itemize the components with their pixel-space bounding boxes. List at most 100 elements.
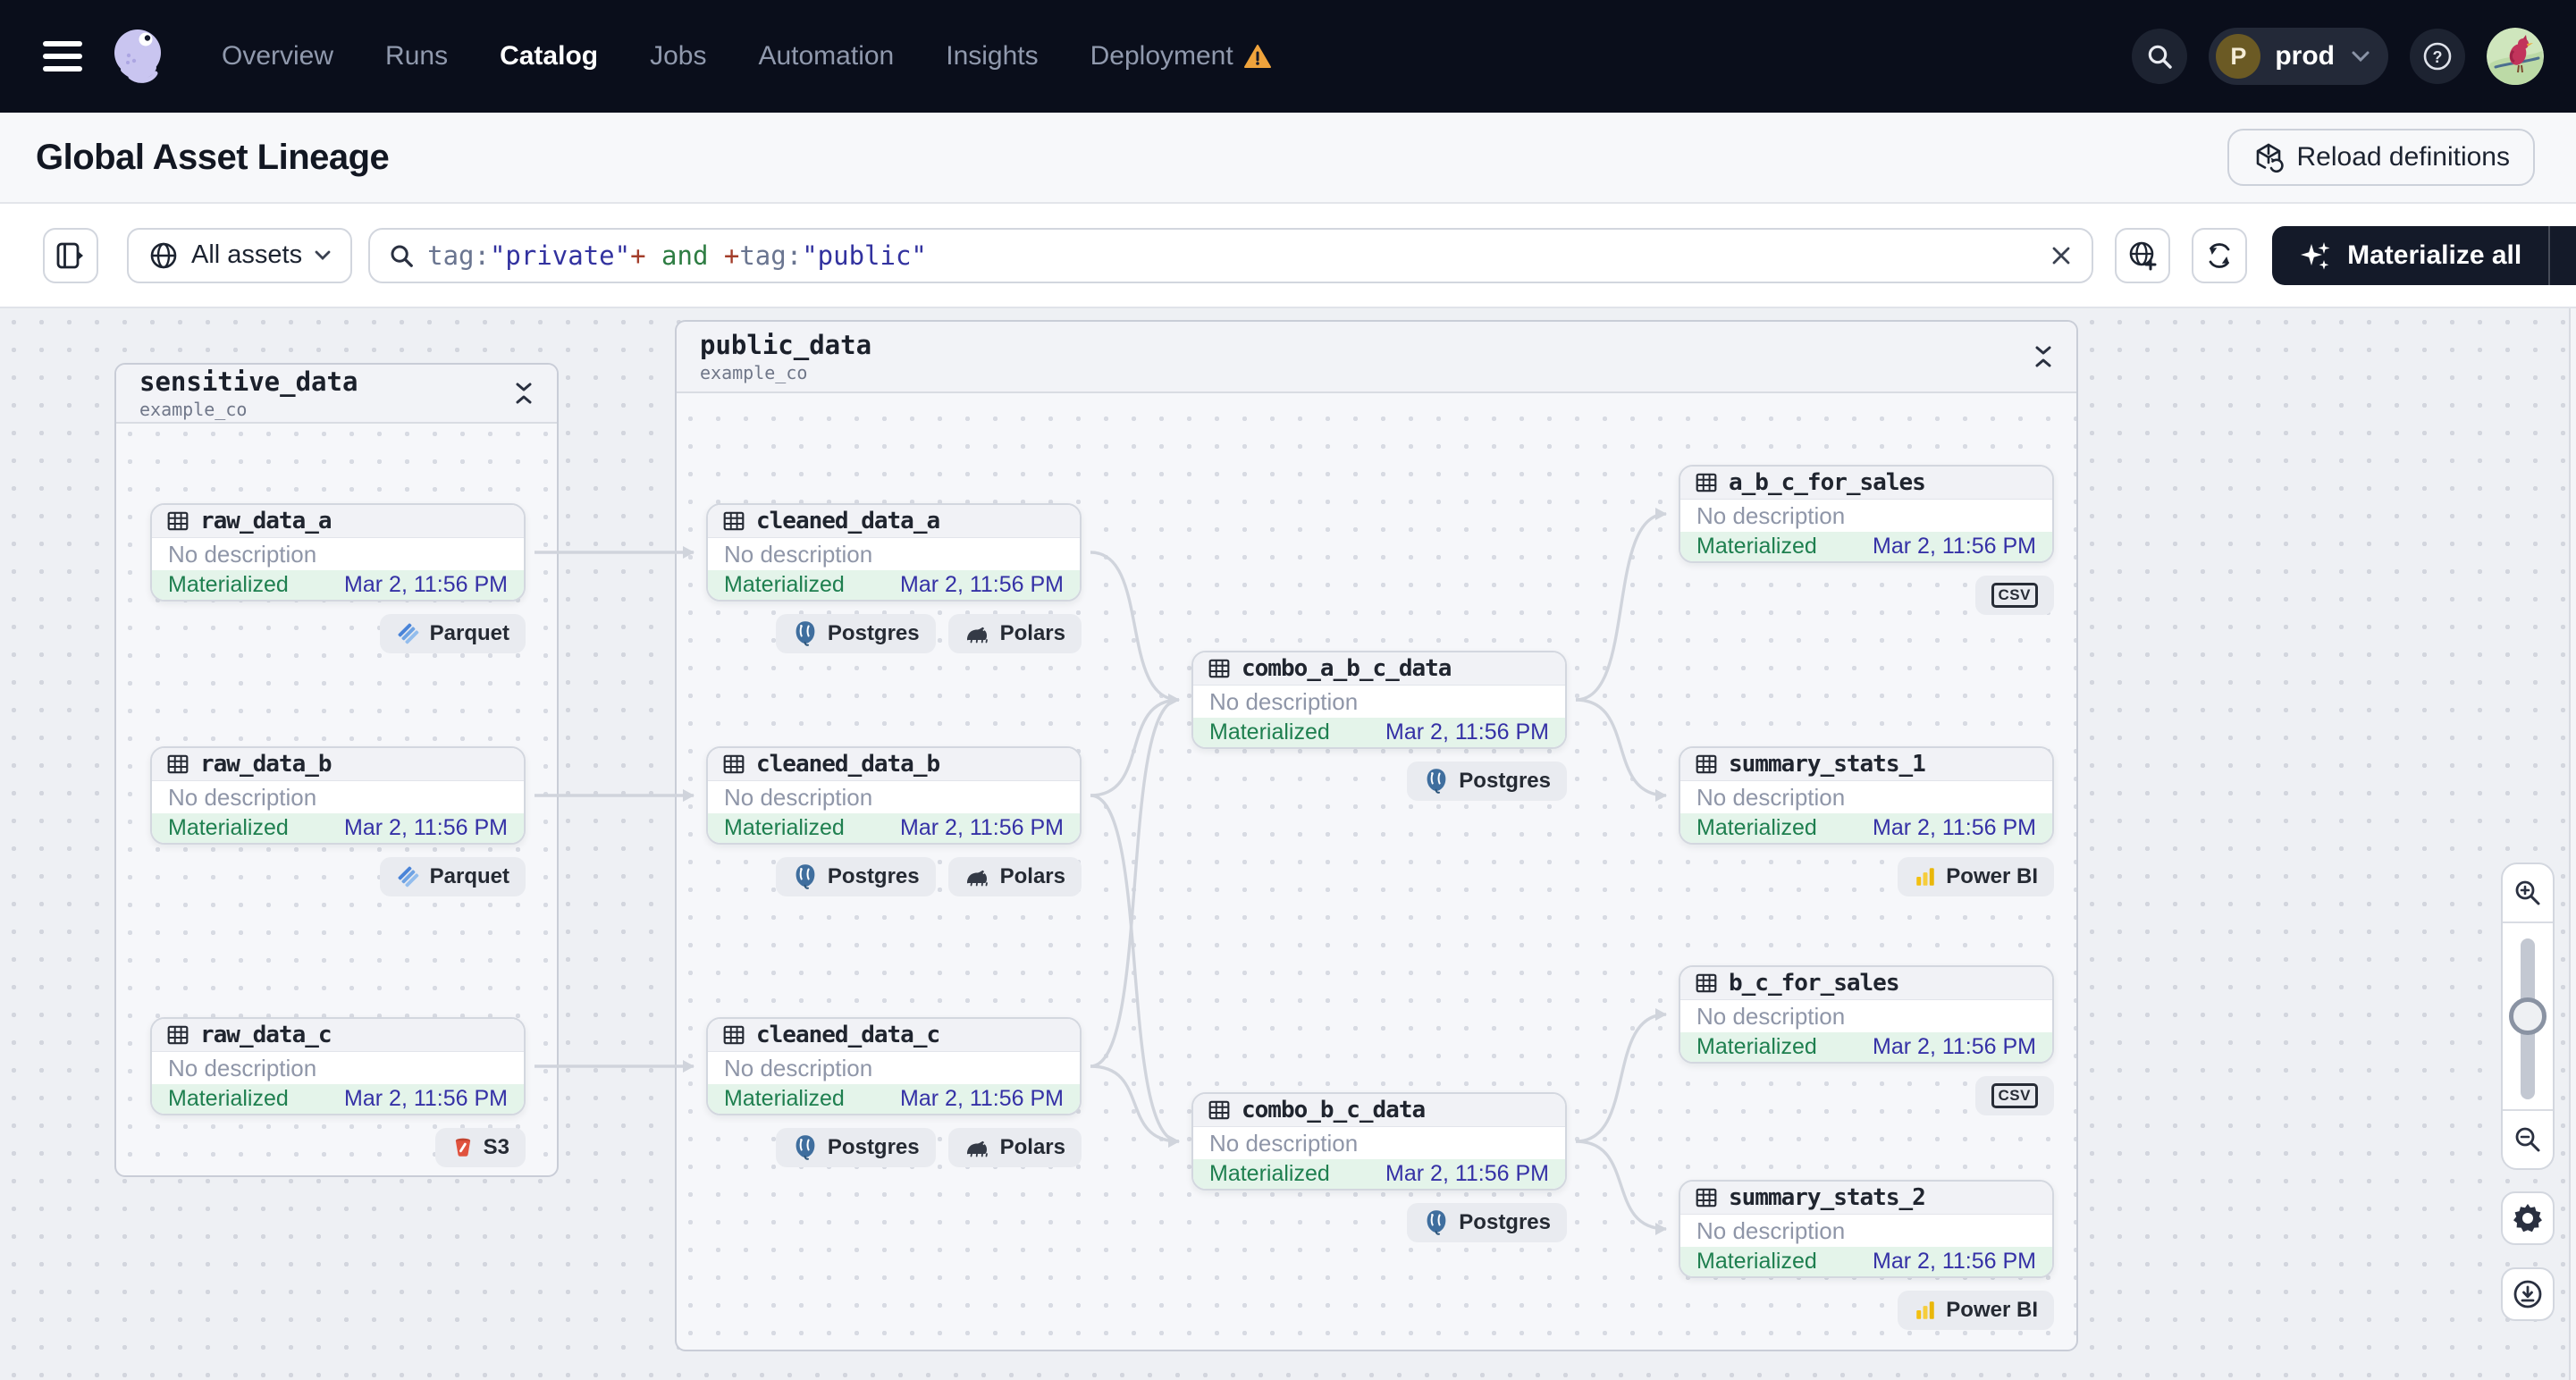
- kind-badge-label: Polars: [999, 864, 1065, 888]
- postgres-icon: [796, 621, 815, 646]
- dagster-logo-icon[interactable]: [107, 25, 170, 88]
- asset-node-header: raw_data_a: [152, 505, 524, 538]
- asset-node-combo_b_c_data[interactable]: combo_b_c_data No description Materializ…: [1191, 1092, 1567, 1191]
- nav-item-label: Insights: [946, 41, 1039, 71]
- asset-search-input[interactable]: tag:"private"+ and +tag:"public": [368, 227, 2094, 283]
- kind-badge-label: Postgres: [827, 1135, 920, 1159]
- environment-switcher[interactable]: P prod: [2209, 28, 2388, 85]
- asset-scope-dropdown[interactable]: All assets: [127, 227, 353, 283]
- powerbi-icon: [1916, 868, 1935, 886]
- zoom-slider-thumb[interactable]: [2509, 997, 2547, 1035]
- graph-settings-button[interactable]: [2501, 1191, 2555, 1245]
- asset-node-cleaned_data_c[interactable]: cleaned_data_c No description Materializ…: [706, 1017, 1082, 1115]
- status-badge: Materialized: [1696, 1034, 1817, 1059]
- clear-search-button[interactable]: [2049, 243, 2074, 268]
- status-badge: Materialized: [1696, 1249, 1817, 1274]
- nav-item-insights[interactable]: Insights: [946, 41, 1038, 72]
- asset-node-raw_data_c[interactable]: raw_data_c No description Materialized M…: [150, 1017, 526, 1115]
- status-badge: Materialized: [724, 1086, 845, 1111]
- add-scope-button[interactable]: [2115, 227, 2171, 283]
- gear-icon: [2513, 1204, 2542, 1233]
- materialize-all-button[interactable]: Materialize all: [2272, 225, 2576, 285]
- asset-node-cleaned_data_a[interactable]: cleaned_data_a No description Materializ…: [706, 503, 1082, 602]
- search-button[interactable]: [2132, 29, 2188, 84]
- asset-title: b_c_for_sales: [1729, 970, 1899, 997]
- zoom-out-button[interactable]: [2503, 1109, 2553, 1168]
- query-token: "public": [802, 240, 927, 271]
- user-avatar[interactable]: [2487, 28, 2544, 85]
- asset-node-raw_data_b[interactable]: raw_data_b No description Materialized M…: [150, 746, 526, 845]
- kind-badge-postgres: Postgres: [775, 614, 936, 653]
- collapse-group-button[interactable]: [2033, 345, 2053, 368]
- group-header: public_data example_co: [677, 322, 2076, 393]
- download-icon: [2513, 1280, 2542, 1308]
- asset-description: No description: [1680, 1215, 2052, 1247]
- materialization-time: Mar 2, 11:56 PM: [1385, 719, 1549, 745]
- asset-scope-label: All assets: [191, 240, 303, 269]
- group-subtitle: example_co: [700, 362, 808, 383]
- asset-node-b_c_for_sales[interactable]: b_c_for_sales No description Materialize…: [1679, 965, 2054, 1064]
- kind-badge-label: Polars: [999, 621, 1065, 645]
- kind-badge-label: Parquet: [429, 621, 509, 645]
- help-button[interactable]: ?: [2410, 29, 2465, 84]
- nav-item-overview[interactable]: Overview: [222, 41, 333, 72]
- asset-node-summary_stats_2[interactable]: summary_stats_2 No description Materiali…: [1679, 1180, 2054, 1278]
- chevron-down-icon: [2352, 51, 2370, 63]
- nav-item-automation[interactable]: Automation: [758, 41, 894, 72]
- postgres-icon: [1427, 769, 1446, 794]
- collapse-group-button[interactable]: [514, 382, 534, 405]
- refresh-button[interactable]: [2192, 227, 2248, 283]
- asset-status-row: Materialized Mar 2, 11:56 PM: [1680, 1032, 2052, 1062]
- status-badge: Materialized: [1696, 815, 1817, 840]
- powerbi-icon: [1916, 1301, 1935, 1319]
- asset-status-row: Materialized Mar 2, 11:56 PM: [152, 813, 524, 843]
- status-badge: Materialized: [1209, 719, 1330, 745]
- asset-node-header: raw_data_b: [152, 748, 524, 781]
- kind-badge-row: CSV: [1679, 1076, 2054, 1115]
- kind-badge-powerbi: Power BI: [1898, 1291, 2054, 1330]
- asset-title: combo_b_c_data: [1242, 1097, 1426, 1123]
- asset-description: No description: [1193, 1127, 1565, 1159]
- asset-description: No description: [708, 781, 1080, 813]
- asset-status-row: Materialized Mar 2, 11:56 PM: [1193, 718, 1565, 747]
- asset-node-cleaned_data_b[interactable]: cleaned_data_b No description Materializ…: [706, 746, 1082, 845]
- kind-badge-label: Postgres: [827, 621, 920, 645]
- globe-plus-icon: [2129, 241, 2157, 270]
- asset-node-a_b_c_for_sales[interactable]: a_b_c_for_sales No description Materiali…: [1679, 465, 2054, 563]
- polars-icon: [966, 870, 988, 887]
- zoom-in-button[interactable]: [2503, 864, 2553, 923]
- asset-node-summary_stats_1[interactable]: summary_stats_1 No description Materiali…: [1679, 746, 2054, 845]
- status-badge: Materialized: [724, 815, 845, 840]
- environment-avatar: P: [2216, 34, 2261, 79]
- nav-item-label: Jobs: [650, 41, 707, 71]
- asset-title: raw_data_b: [200, 751, 333, 778]
- polars-icon: [966, 627, 988, 644]
- materialize-options-button[interactable]: [2548, 225, 2576, 285]
- asset-node-header: b_c_for_sales: [1680, 967, 2052, 1000]
- kind-badge-parquet: Parquet: [379, 614, 526, 653]
- polars-icon: [966, 1140, 988, 1157]
- materialization-time: Mar 2, 11:56 PM: [1873, 815, 2036, 840]
- asset-status-row: Materialized Mar 2, 11:56 PM: [1193, 1159, 1565, 1189]
- materialization-time: Mar 2, 11:56 PM: [900, 572, 1064, 597]
- download-graph-button[interactable]: [2501, 1267, 2555, 1321]
- nav-item-runs[interactable]: Runs: [385, 41, 448, 72]
- nav-item-deployment[interactable]: Deployment: [1090, 41, 1271, 72]
- asset-status-row: Materialized Mar 2, 11:56 PM: [152, 570, 524, 600]
- table-icon: [1696, 1188, 1717, 1208]
- reload-definitions-button[interactable]: Reload definitions: [2227, 129, 2535, 186]
- asset-node-header: cleaned_data_a: [708, 505, 1080, 538]
- asset-node-raw_data_a[interactable]: raw_data_a No description Materialized M…: [150, 503, 526, 602]
- menu-icon[interactable]: [43, 41, 82, 72]
- nav-item-catalog[interactable]: Catalog: [500, 41, 598, 72]
- lineage-graph-canvas[interactable]: sensitive_data example_co public_data ex…: [0, 308, 2576, 1380]
- lineage-toolbar: All assets tag:"private"+ and +tag:"publ…: [0, 204, 2576, 308]
- materialize-all-main[interactable]: Materialize all: [2272, 226, 2548, 285]
- parquet-icon: [398, 623, 418, 644]
- toggle-sidebar-button[interactable]: [43, 227, 98, 283]
- asset-description: No description: [152, 1052, 524, 1084]
- nav-item-jobs[interactable]: Jobs: [650, 41, 706, 72]
- query-token: tag:: [739, 240, 803, 271]
- asset-title: raw_data_c: [200, 1022, 333, 1048]
- asset-node-combo_a_b_c_data[interactable]: combo_a_b_c_data No description Material…: [1191, 651, 1567, 749]
